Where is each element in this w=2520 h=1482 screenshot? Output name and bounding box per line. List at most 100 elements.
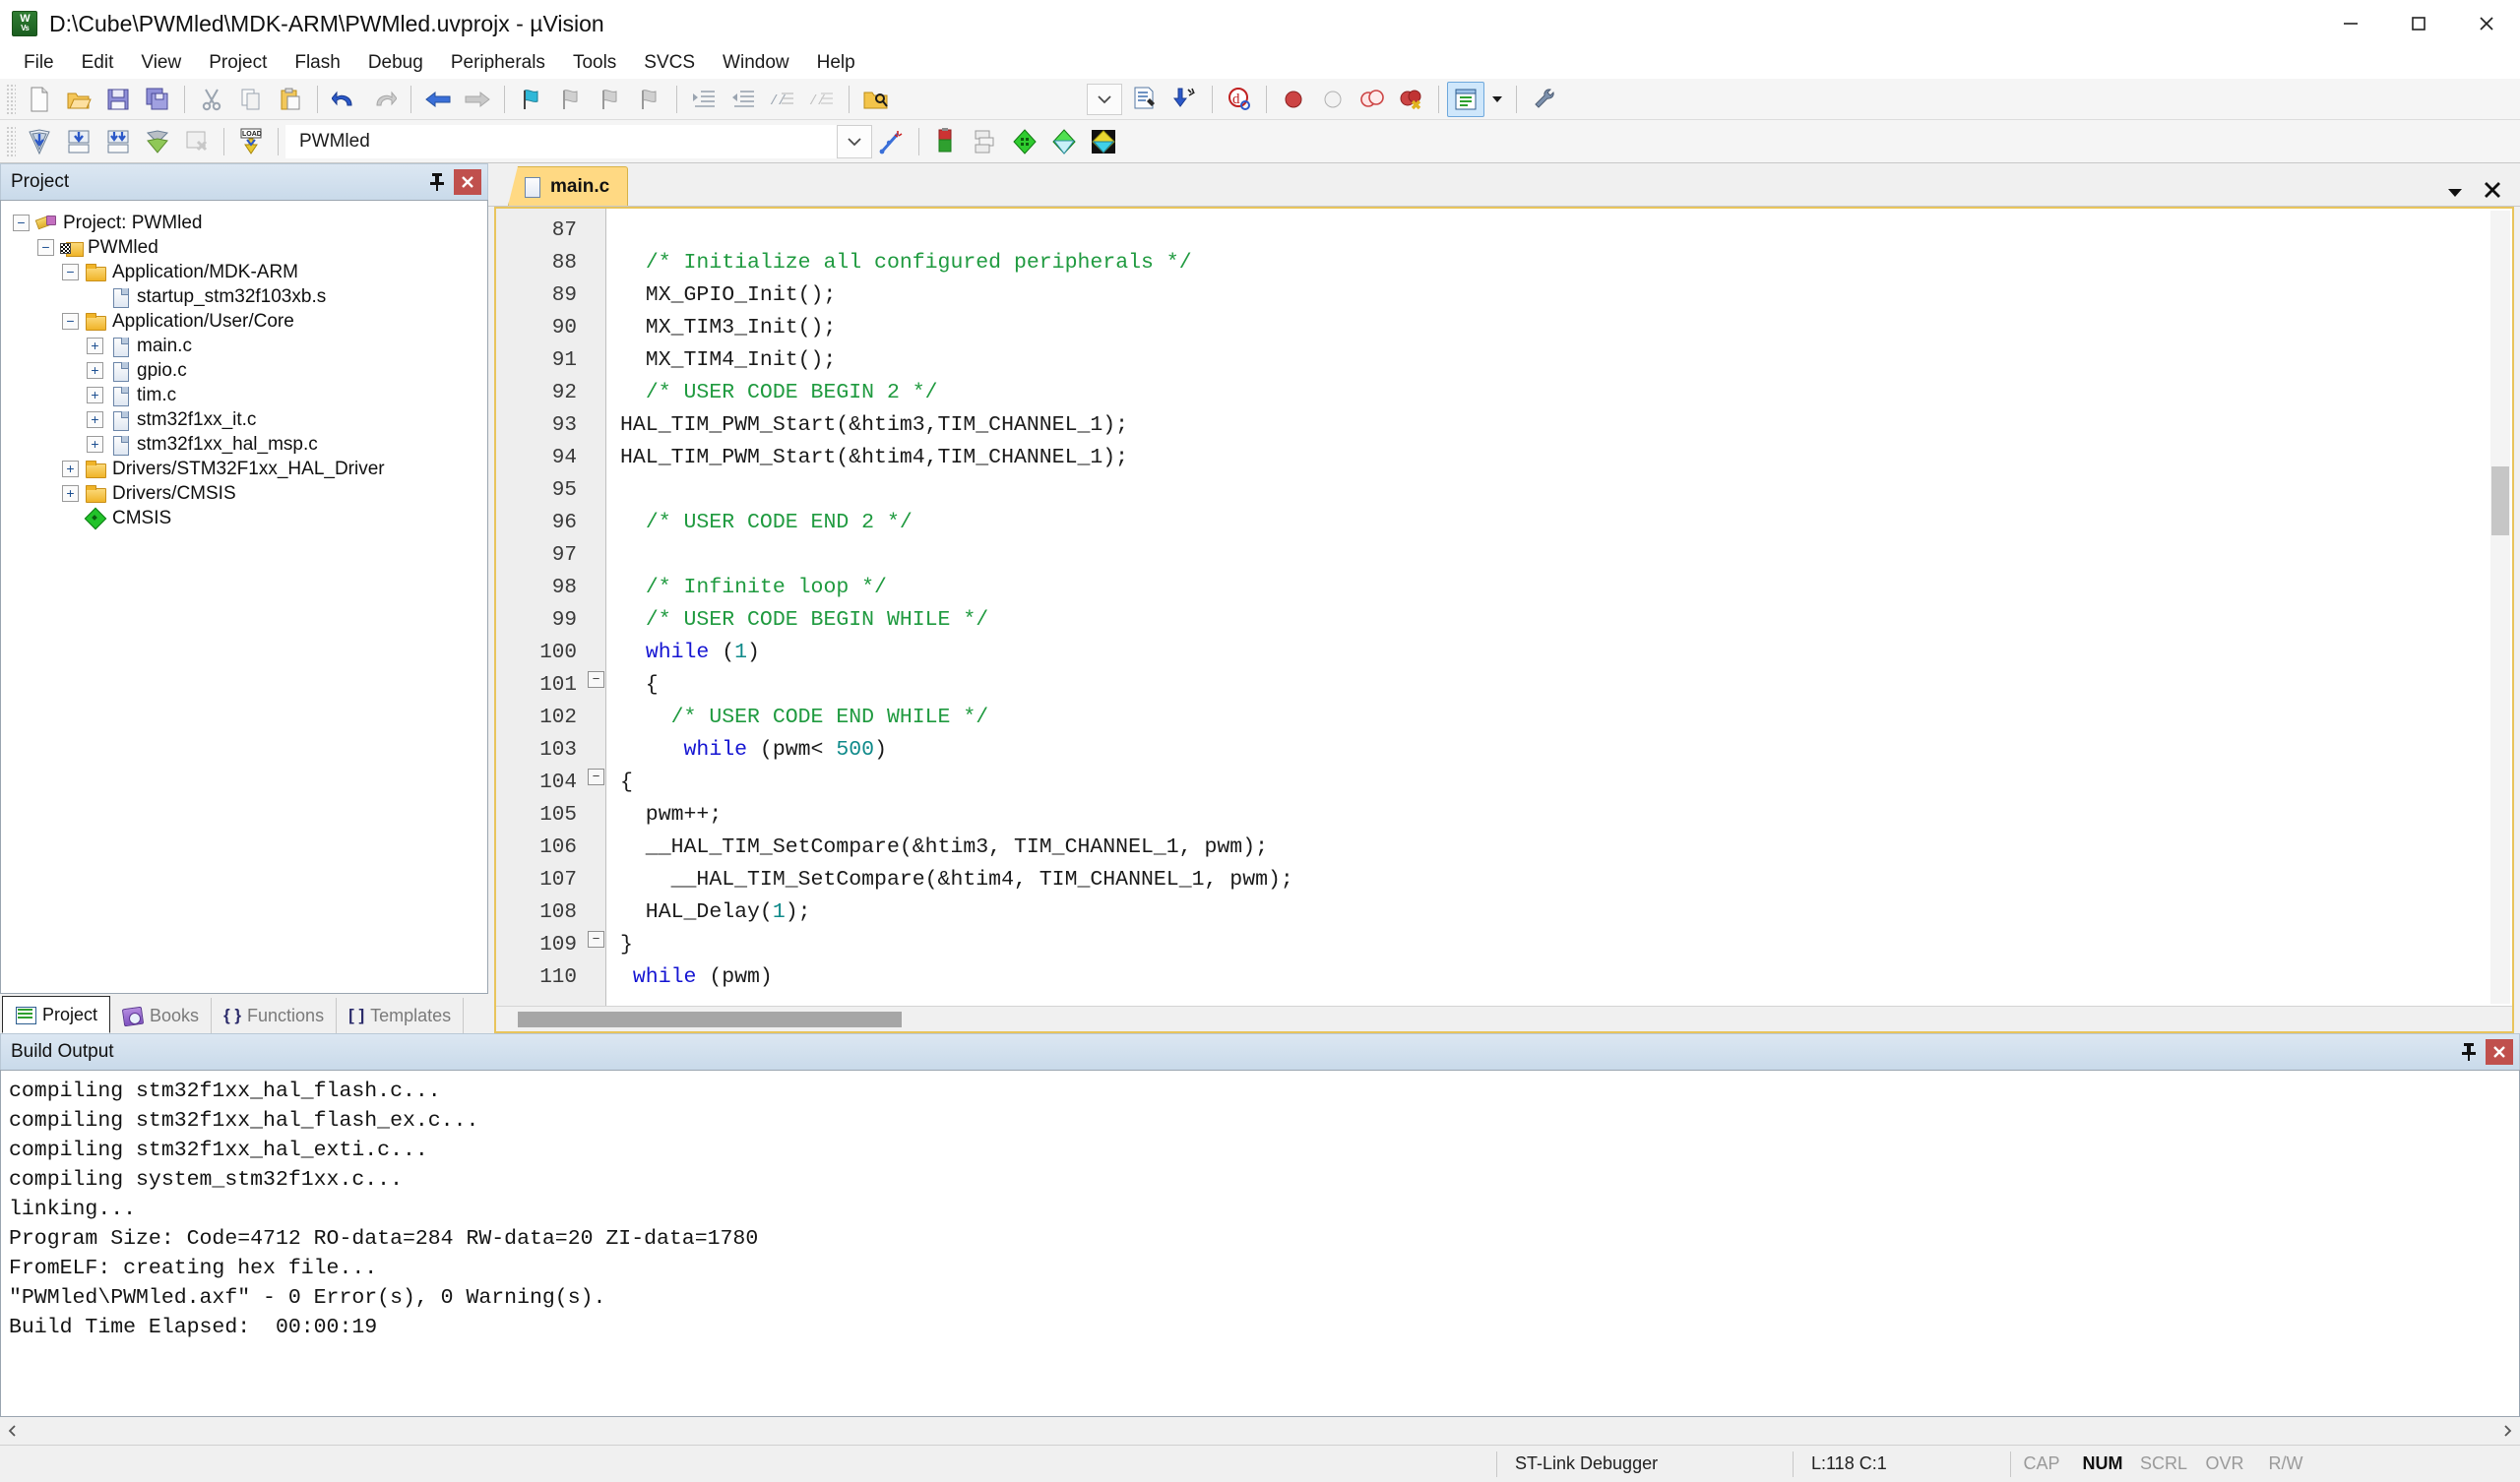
code-line[interactable] [606,474,2512,507]
expand-icon[interactable]: + [87,338,103,354]
expand-icon[interactable]: + [87,387,103,403]
chevron-down-icon[interactable] [837,124,872,158]
fold-toggle[interactable]: − [587,663,605,696]
code-line[interactable]: /* USER CODE BEGIN WHILE */ [606,604,2512,637]
copy-icon[interactable] [232,82,270,117]
tree-item[interactable]: − PWMled [13,235,487,260]
code-line[interactable]: HAL_TIM_PWM_Start(&htim3,TIM_CHANNEL_1); [606,409,2512,442]
code-line[interactable]: __HAL_TIM_SetCompare(&htim4, TIM_CHANNEL… [606,864,2512,896]
build-output-scroll-track[interactable] [26,1420,2494,1442]
run-time-env-icon[interactable] [1045,124,1083,159]
editor-hscroll-thumb[interactable] [518,1011,902,1027]
save-icon[interactable] [99,82,137,117]
tree-item[interactable]: + Drivers/STM32F1xx_HAL_Driver [13,457,487,481]
cut-icon[interactable] [193,82,230,117]
menu-help[interactable]: Help [803,49,869,77]
editor-vscroll-thumb[interactable] [2491,466,2509,535]
manage-components-icon[interactable] [967,124,1004,159]
editor-vertical-scrollbar[interactable] [2490,211,2510,1004]
tree-item[interactable]: + stm32f1xx_it.c [13,407,487,432]
menu-file[interactable]: File [10,49,68,77]
indent-icon[interactable] [685,82,723,117]
code-line[interactable]: /* USER CODE END 2 */ [606,507,2512,539]
uncomment-icon[interactable]: // [803,82,841,117]
project-window-dropdown-icon[interactable] [1486,82,1508,117]
code-line[interactable]: /* USER CODE BEGIN 2 */ [606,377,2512,409]
expand-icon[interactable]: + [62,485,79,502]
pin-icon[interactable] [424,169,450,195]
close-button[interactable] [2452,0,2520,47]
fold-margin[interactable]: − − − [587,209,606,1006]
code-line[interactable]: while (pwm) [606,961,2512,994]
comment-icon[interactable]: // [764,82,801,117]
search-combo-dropdown[interactable] [1087,83,1122,115]
undo-icon[interactable] [326,82,363,117]
maximize-button[interactable] [2384,0,2452,47]
expand-icon[interactable]: + [87,411,103,428]
tree-item[interactable]: + stm32f1xx_hal_msp.c [13,432,487,457]
build-target-icon[interactable] [60,124,97,159]
tree-item[interactable]: CMSIS [13,506,487,530]
code-line[interactable]: { [606,767,2512,799]
menu-flash[interactable]: Flash [281,49,353,77]
translate-file-icon[interactable] [21,124,58,159]
menu-peripherals[interactable]: Peripherals [437,49,559,77]
tree-item[interactable]: startup_stm32f103xb.s [13,284,487,309]
fold-toggle[interactable]: − [587,923,605,956]
code-line[interactable] [606,215,2512,247]
code-line[interactable]: } [606,929,2512,961]
code-line[interactable]: MX_GPIO_Init(); [606,279,2512,312]
save-all-icon[interactable] [139,82,176,117]
minimize-button[interactable] [2316,0,2384,47]
tab-project[interactable]: Project [2,996,111,1033]
pin-icon[interactable] [2456,1039,2482,1065]
tab-templates[interactable]: [ ] Templates [337,998,465,1033]
redo-icon[interactable] [365,82,403,117]
toolbar-grip[interactable] [6,83,16,115]
bookmark-next-icon[interactable] [592,82,629,117]
code-line[interactable]: /* Initialize all configured peripherals… [606,247,2512,279]
bookmark-toggle-icon[interactable] [513,82,550,117]
chevron-left-icon[interactable] [0,1419,26,1443]
expand-icon[interactable]: + [62,461,79,477]
fold-toggle[interactable]: − [587,761,605,793]
debug-session-icon[interactable]: d [1221,82,1258,117]
code-text[interactable]: /* Initialize all configured peripherals… [606,209,2512,1006]
menu-window[interactable]: Window [709,49,803,77]
collapse-icon[interactable]: − [13,215,30,231]
expand-icon[interactable]: + [87,436,103,453]
menu-tools[interactable]: Tools [559,49,630,77]
code-line[interactable]: /* USER CODE END WHILE */ [606,702,2512,734]
chevron-right-icon[interactable] [2494,1419,2520,1443]
tree-item[interactable]: + Drivers/CMSIS [13,481,487,506]
collapse-icon[interactable]: − [588,671,604,688]
editor-tab-main-c[interactable]: main.c [508,166,629,206]
tree-item[interactable]: + tim.c [13,383,487,407]
menu-svcs[interactable]: SVCS [630,49,709,77]
code-line[interactable]: MX_TIM4_Init(); [606,344,2512,377]
download-icon[interactable]: LOAD [232,124,270,159]
code-line[interactable]: while (1) [606,637,2512,669]
code-line[interactable]: { [606,669,2512,702]
target-options-icon[interactable] [927,124,965,159]
tree-item[interactable]: − Application/User/Core [13,309,487,334]
collapse-icon[interactable]: − [37,239,54,256]
close-icon[interactable] [2486,1039,2513,1065]
configure-icon[interactable] [1525,82,1562,117]
build-output-scrollbar[interactable] [0,1417,2520,1445]
project-window-icon[interactable] [1447,81,1484,117]
paste-icon[interactable] [272,82,309,117]
batch-build-icon[interactable] [139,124,176,159]
tree-item[interactable]: + gpio.c [13,358,487,383]
editor-horizontal-scrollbar[interactable] [496,1006,2512,1031]
open-file-icon[interactable] [60,82,97,117]
tree-item[interactable]: − Project: PWMled [13,211,487,235]
code-line[interactable]: HAL_Delay(1); [606,896,2512,929]
new-file-icon[interactable] [21,82,58,117]
code-line[interactable]: /* Infinite loop */ [606,572,2512,604]
stop-build-icon[interactable] [178,124,216,159]
collapse-icon[interactable]: − [588,769,604,785]
navigate-back-icon[interactable] [419,82,457,117]
close-icon[interactable] [454,169,481,195]
menu-project[interactable]: Project [195,49,281,77]
